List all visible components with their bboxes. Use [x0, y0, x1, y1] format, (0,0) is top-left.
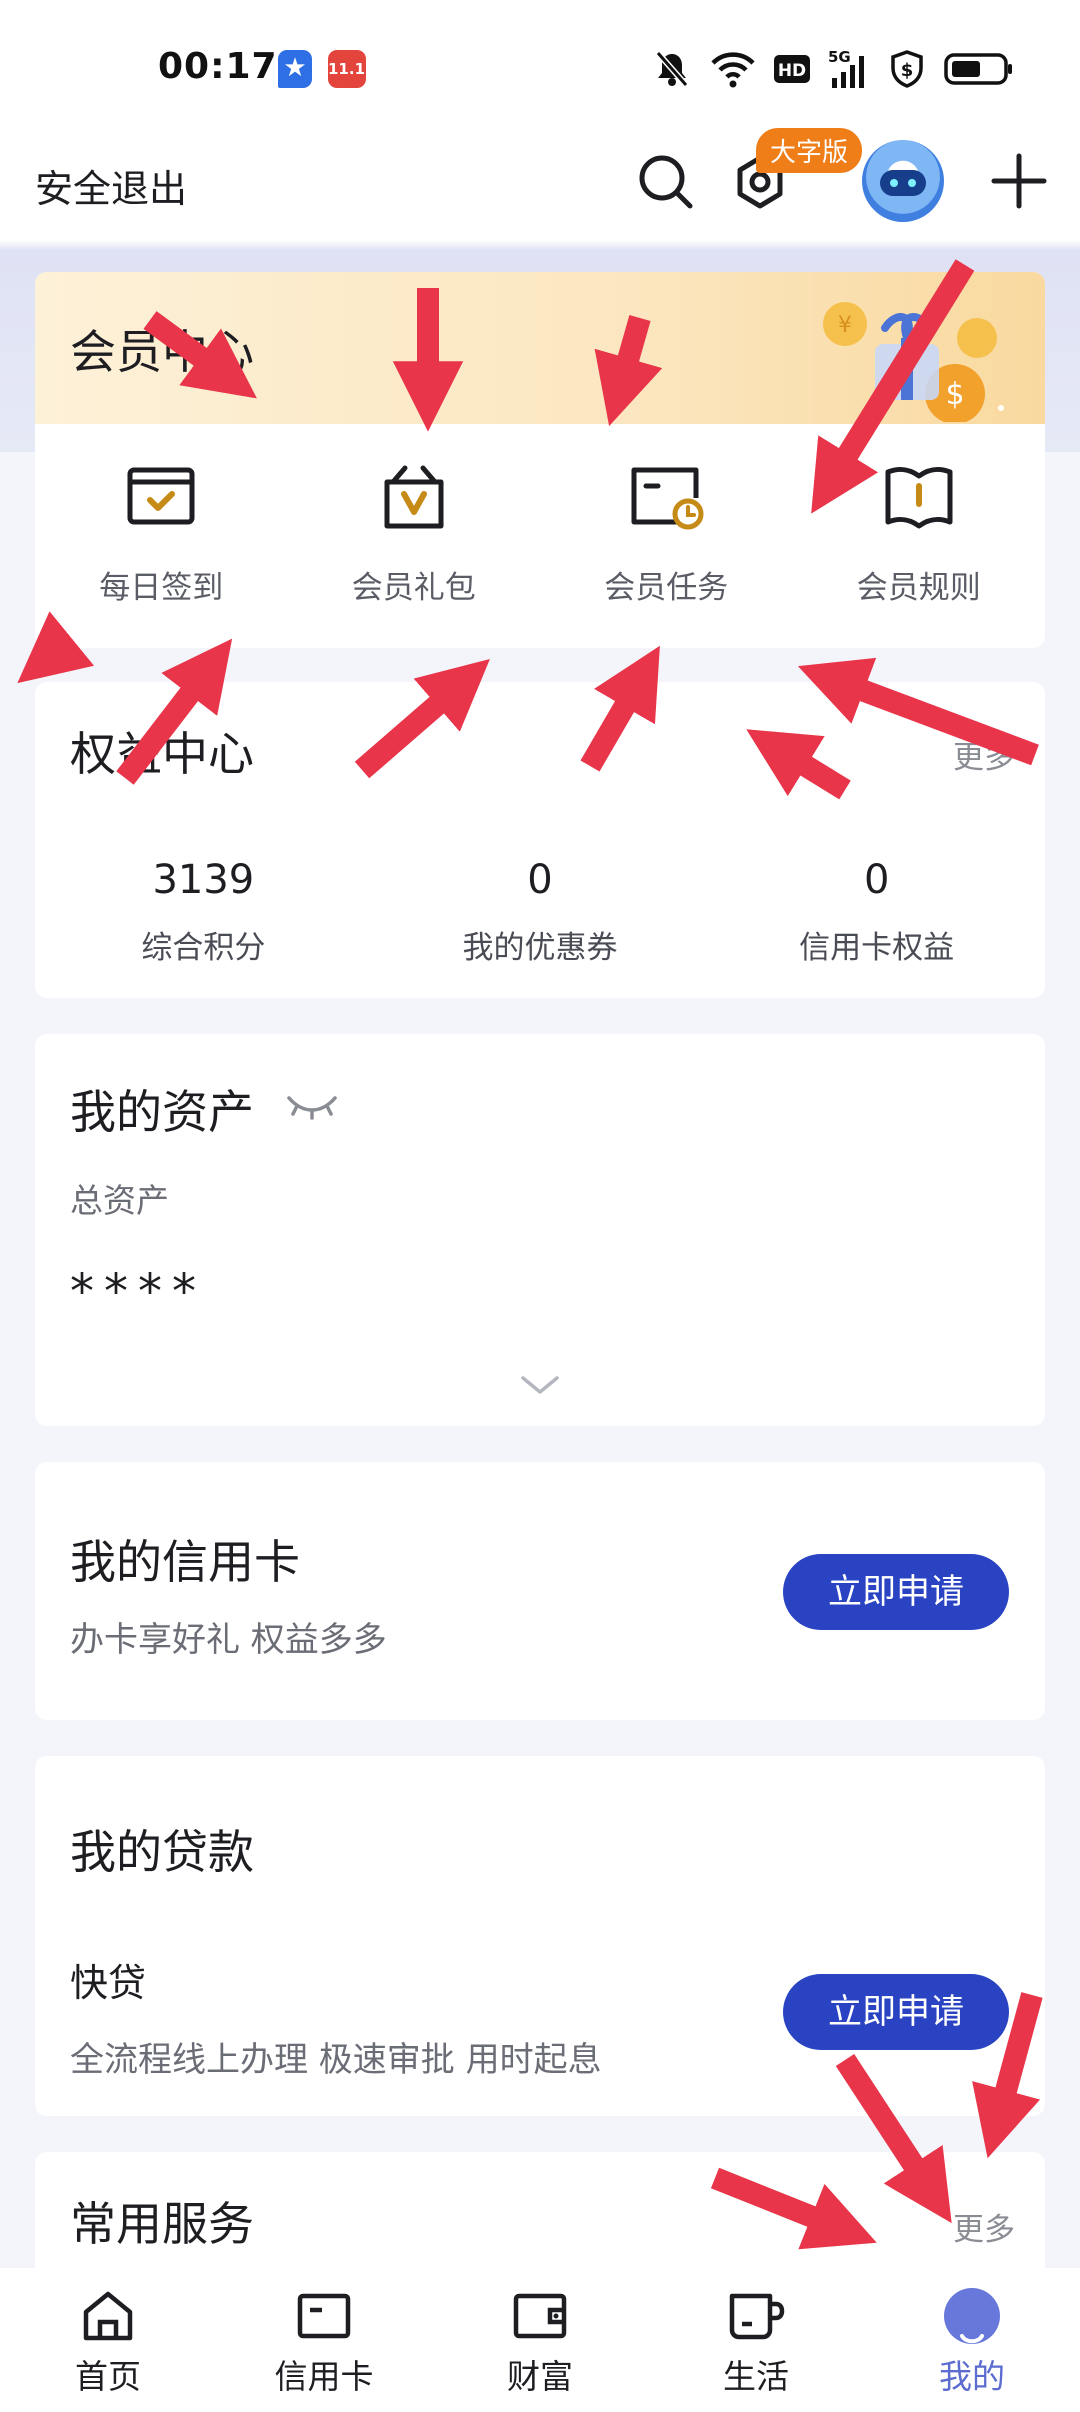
- member-banner: 会员中心 ¥ $: [35, 272, 1045, 424]
- mute-bell-icon: [655, 51, 689, 87]
- credit-card-subtitle: 办卡享好礼 权益多多: [70, 1620, 387, 1660]
- status-time: 00:17: [158, 46, 278, 87]
- points-value: 3139: [152, 857, 255, 903]
- daily-checkin-button[interactable]: 每日签到: [35, 424, 288, 648]
- member-task-button[interactable]: 会员任务: [540, 424, 793, 648]
- tab-wealth-label: 财富: [507, 2357, 573, 2396]
- member-rules-button[interactable]: 会员规则: [793, 424, 1046, 648]
- points-label: 综合积分: [141, 930, 266, 966]
- rights-center-card: 权益中心 更多 3139 综合积分 0 我的优惠券 0 信用卡权益: [35, 682, 1045, 998]
- card-rights-value: 0: [863, 857, 890, 903]
- loan-title: 我的贷款: [70, 1825, 254, 1879]
- member-rules-label: 会员规则: [856, 570, 981, 606]
- big-font-badge[interactable]: 大字版: [756, 128, 863, 173]
- home-icon: [83, 2291, 133, 2341]
- logout-button[interactable]: 安全退出: [35, 158, 187, 213]
- quick-loan-description: 全流程线上办理 极速审批 用时起息: [70, 2040, 602, 2080]
- rights-center-title: 权益中心: [70, 727, 254, 781]
- hd-icon: HD: [774, 55, 810, 83]
- search-icon[interactable]: [634, 150, 698, 214]
- daily-checkin-label: 每日签到: [99, 570, 224, 606]
- credit-apply-button[interactable]: 立即申请: [783, 1554, 1009, 1630]
- status-bar: 00:17 ★ 11.11 HD 5G $: [0, 0, 1080, 140]
- points-stat[interactable]: 3139 综合积分: [35, 850, 372, 967]
- member-gift-button[interactable]: 会员礼包: [288, 424, 541, 648]
- services-section: 常用服务 更多: [35, 2152, 1045, 2272]
- assets-title: 我的资产: [70, 1085, 254, 1139]
- status-icons: HD 5G $: [652, 44, 1014, 94]
- tab-home[interactable]: 首页: [0, 2268, 216, 2412]
- signal-5g-icon: 5G: [828, 48, 864, 88]
- profile-icon: [944, 2288, 1000, 2344]
- svg-text:¥: ¥: [838, 313, 852, 338]
- credit-card-section: 我的信用卡 办卡享好礼 权益多多 立即申请: [35, 1462, 1045, 1720]
- tab-life-label: 生活: [723, 2357, 789, 2396]
- total-assets-value: ****: [70, 1264, 206, 1320]
- member-gift-label: 会员礼包: [351, 570, 476, 606]
- calendar-check-icon: [127, 467, 195, 525]
- robot-assistant-avatar[interactable]: [862, 140, 944, 222]
- gift-bag-icon: [384, 465, 444, 529]
- rules-book-icon: [885, 466, 953, 529]
- tab-home-label: 首页: [75, 2357, 141, 2396]
- quick-loan-name: 快贷: [70, 1961, 147, 2005]
- svg-text:5G: 5G: [828, 48, 851, 66]
- card-rights-label: 信用卡权益: [799, 930, 955, 966]
- assistant-app-icon: ★: [278, 50, 312, 88]
- tab-life[interactable]: 生活: [648, 2268, 864, 2412]
- svg-text:$: $: [945, 377, 964, 412]
- svg-text:$: $: [901, 60, 914, 81]
- wallet-icon: [513, 2293, 567, 2339]
- total-assets-label: 总资产: [70, 1181, 169, 1220]
- credit-card-title: 我的信用卡: [70, 1535, 300, 1589]
- loan-apply-button[interactable]: 立即申请: [783, 1974, 1009, 2050]
- tab-mine-label: 我的: [939, 2357, 1005, 2396]
- member-center-card: 会员中心 ¥ $ 每日签到 会员礼包 会员任务 会员规则: [35, 272, 1045, 648]
- plus-icon[interactable]: [988, 150, 1050, 212]
- tab-mine[interactable]: 我的: [864, 2268, 1080, 2412]
- eye-closed-icon[interactable]: [285, 1090, 339, 1120]
- tab-wealth[interactable]: 财富: [432, 2268, 648, 2412]
- tab-credit-card-label: 信用卡: [274, 2357, 374, 2396]
- cup-icon: [729, 2293, 785, 2340]
- member-task-label: 会员任务: [604, 570, 729, 606]
- loan-section: 我的贷款 快贷 全流程线上办理 极速审批 用时起息 立即申请: [35, 1756, 1045, 2116]
- services-title: 常用服务: [70, 2197, 254, 2251]
- tab-credit-card[interactable]: 信用卡: [216, 2268, 432, 2412]
- shopping-app-icon: 11.11: [328, 50, 375, 88]
- member-items: 每日签到 会员礼包 会员任务 会员规则: [35, 424, 1045, 648]
- chevron-down-icon[interactable]: [519, 1374, 561, 1396]
- credit-card-icon: [297, 2293, 351, 2339]
- member-center-title: 会员中心: [70, 325, 254, 379]
- bottom-navigation: 首页 信用卡 财富 生活 我的: [0, 2268, 1080, 2412]
- services-more-link[interactable]: 更多: [953, 2204, 1015, 2249]
- task-clock-icon: [631, 467, 704, 530]
- shield-dollar-icon: $: [891, 50, 923, 88]
- coupons-value: 0: [527, 857, 553, 903]
- battery-icon: [944, 53, 1012, 85]
- gift-coins-illustration: ¥ $: [823, 302, 1004, 422]
- rights-stats: 3139 综合积分 0 我的优惠券 0 信用卡权益: [35, 850, 1045, 967]
- top-header: 安全退出 大字版: [0, 128, 1080, 242]
- coupons-label: 我的优惠券: [462, 930, 618, 966]
- rights-more-link[interactable]: 更多: [953, 732, 1015, 777]
- wifi-icon: [711, 52, 755, 88]
- card-rights-stat[interactable]: 0 信用卡权益: [708, 850, 1045, 967]
- svg-text:HD: HD: [778, 61, 806, 81]
- assets-card: 我的资产 总资产 ****: [35, 1034, 1045, 1426]
- coupons-stat[interactable]: 0 我的优惠券: [372, 850, 709, 967]
